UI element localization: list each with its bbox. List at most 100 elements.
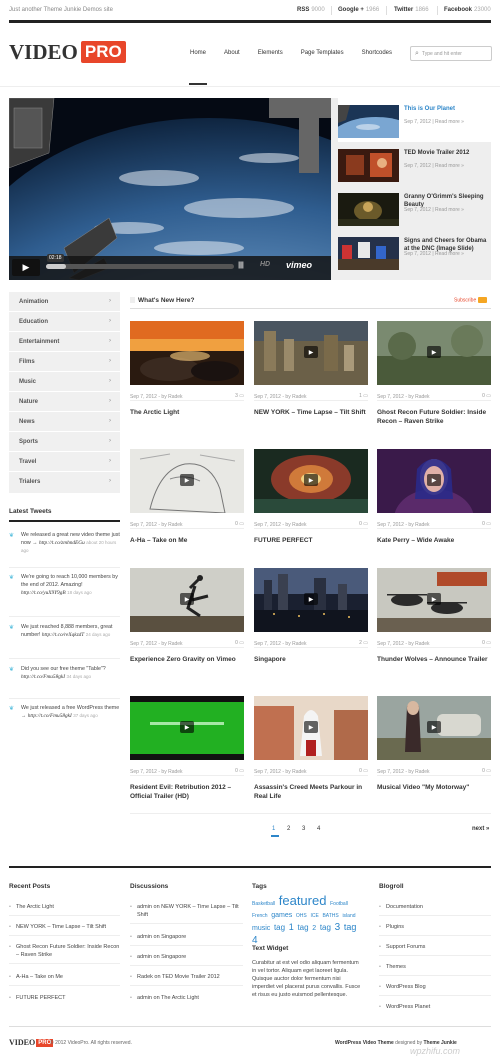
volume-icon[interactable]: |||||| [238,262,244,269]
video-card[interactable]: ▶ Sep 7, 2012 - by Radek 2 ▭ Singapore [254,568,368,680]
blogroll-link[interactable]: Support Forums [379,943,426,951]
blogroll-link[interactable]: Documentation [379,903,423,911]
tag-link[interactable]: tag [320,923,331,932]
blogroll-link[interactable]: WordPress Blog [379,983,426,991]
page-1[interactable]: 1 [272,826,275,832]
comment-count[interactable]: 0 ▭ [235,768,244,774]
video-card[interactable]: ▶ Sep 7, 2012 - by Radek 0 ▭ Musical Vid… [377,696,491,808]
comment-count[interactable]: 0 ▭ [482,640,491,646]
play-button[interactable]: ▶ [12,259,40,276]
discussion-link[interactable]: admin on Singapore [130,933,243,941]
card-title[interactable]: Musical Video "My Motorway" [377,783,491,792]
card-title[interactable]: NEW YORK – Time Lapse – Tilt Shift [254,408,368,417]
card-title[interactable]: FUTURE PERFECT [254,536,368,545]
category-sports[interactable]: Sports › [9,432,120,452]
page-3[interactable]: 3 [302,826,305,832]
footer-logo[interactable]: VIDEO PRO [9,1038,54,1047]
discussion-link[interactable]: admin on Singapore [130,953,243,961]
play-icon[interactable]: ▶ [304,593,318,605]
nav-about[interactable]: About [224,50,240,56]
card-title[interactable]: Experience Zero Gravity on Vimeo [130,655,244,664]
tag-link[interactable]: tag [274,923,285,932]
page-2[interactable]: 2 [287,826,290,832]
vimeo-logo[interactable]: vimeo [286,260,312,270]
category-trialers[interactable]: Trialers › [9,472,120,492]
tag-link[interactable]: featured [279,893,327,908]
card-title[interactable]: Ghost Recon Future Soldier: Inside Recon… [377,408,491,426]
video-card[interactable]: Sep 7, 2012 - by Radek 3 ▭ The Arctic Li… [130,321,244,433]
player-seek-bar[interactable] [46,264,234,269]
card-title[interactable]: Singapore [254,655,368,664]
category-nature[interactable]: Nature › [9,392,120,412]
featured-item[interactable]: Signs and Cheers for Obama at the DNC (I… [338,230,491,274]
play-icon[interactable]: ▶ [304,721,318,733]
blogroll-link[interactable]: Plugins [379,923,404,931]
search-input[interactable]: ⌕ Type and hit enter [410,46,492,61]
category-entertainment[interactable]: Entertainment › [9,332,120,352]
recent-post-link[interactable]: A-Ha – Take on Me [9,973,120,981]
category-films[interactable]: Films › [9,352,120,372]
tag-link[interactable]: tag [297,923,308,932]
comment-count[interactable]: 0 ▭ [482,521,491,527]
category-animation[interactable]: Animation › [9,292,120,312]
nav-shortcodes[interactable]: Shortcodes [362,50,392,56]
card-title[interactable]: The Arctic Light [130,408,244,417]
comment-count[interactable]: 0 ▭ [235,521,244,527]
recent-post-link[interactable]: The Arctic Light [9,903,120,911]
play-icon[interactable]: ▶ [180,593,194,605]
video-card[interactable]: ▶ Sep 7, 2012 - by Radek 0 ▭ A-Ha – Take… [130,449,244,561]
discussion-link[interactable]: Radek on TED Movie Trailer 2012 [130,973,243,981]
video-card[interactable]: ▶ Sep 7, 2012 - by Radek 0 ▭ Ghost Recon… [377,321,491,433]
tag-link[interactable]: Basketball [252,901,275,907]
play-icon[interactable]: ▶ [427,721,441,733]
card-title[interactable]: Kate Perry – Wide Awake [377,536,491,545]
tag-link[interactable]: OHS [296,913,307,919]
video-card[interactable]: ▶ Sep 7, 2012 - by Radek 0 ▭ Kate Perry … [377,449,491,561]
tag-link[interactable]: French [252,913,268,919]
hd-toggle[interactable]: HD [260,261,270,268]
tag-link[interactable]: ICE [310,913,318,919]
category-education[interactable]: Education › [9,312,120,332]
next-page-link[interactable]: next » [472,826,489,832]
tag-link[interactable]: 1 [289,922,294,932]
comment-count[interactable]: 2 ▭ [359,640,368,646]
comment-count[interactable]: 0 ▭ [359,521,368,527]
tweet-link[interactable]: http://t.co/reXqkzdT [42,632,84,638]
tag-link[interactable]: tag [344,922,357,932]
rss-link[interactable]: RSS 9000 [297,7,325,13]
video-card[interactable]: ▶ Sep 7, 2012 - by Radek 0 ▭ FUTURE PERF… [254,449,368,561]
tag-link[interactable]: music [252,925,270,932]
featured-item[interactable]: TED Movie Trailer 2012 Sep 7, 2012 | Rea… [338,142,491,186]
category-music[interactable]: Music › [9,372,120,392]
video-player[interactable] [9,98,331,280]
play-icon[interactable]: ▶ [304,474,318,486]
recent-post-link[interactable]: NEW YORK – Time Lapse – Tilt Shift [9,923,120,931]
card-title[interactable]: Assassin's Creed Meets Parkour in Real L… [254,783,368,801]
nav-page-templates[interactable]: Page Templates [301,50,344,56]
blogroll-link[interactable]: WordPress Planet [379,1003,430,1011]
play-icon[interactable]: ▶ [427,346,441,358]
nav-elements[interactable]: Elements [258,50,283,56]
video-card[interactable]: ▶ Sep 7, 2012 - by Radek 0 ▭ Experience … [130,568,244,680]
tag-link[interactable]: 2 [312,925,316,932]
video-card[interactable]: ▶ Sep 7, 2012 - by Radek 0 ▭ Assassin's … [254,696,368,808]
twitter-link[interactable]: Twitter 1866 [394,7,429,13]
site-logo[interactable]: VIDEO PRO [9,40,126,64]
play-icon[interactable]: ▶ [304,346,318,358]
play-icon[interactable]: ▶ [180,721,194,733]
credits-link[interactable]: WordPress Video Theme [335,1040,394,1046]
blogroll-link[interactable]: Themes [379,963,406,971]
play-icon[interactable]: ▶ [180,474,194,486]
tag-link[interactable]: Football [330,901,348,907]
facebook-link[interactable]: Facebook 23000 [444,7,491,13]
tag-link[interactable]: games [271,912,292,919]
page-4[interactable]: 4 [317,826,320,832]
nav-home[interactable]: Home [188,50,208,85]
card-title[interactable]: Thunder Wolves – Announce Trailer [377,655,491,664]
tag-link[interactable]: BATHS [322,913,338,919]
recent-post-link[interactable]: Ghost Recon Future Soldier: Inside Recon… [9,943,120,959]
card-title[interactable]: A-Ha – Take on Me [130,536,244,545]
comment-count[interactable]: 0 ▭ [482,393,491,399]
discussion-link[interactable]: admin on The Arctic Light [130,994,243,1002]
tweet-link[interactable]: http://t.co/zmhndEGu [39,540,85,546]
